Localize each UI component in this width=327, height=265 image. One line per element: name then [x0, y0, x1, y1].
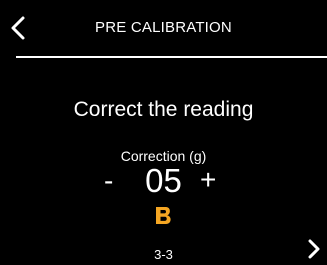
page-title: PRE CALIBRATION: [95, 19, 232, 36]
instruction-text: Correct the reading: [73, 98, 254, 121]
next-button[interactable]: [305, 238, 323, 260]
page-indicator: 3-3: [154, 247, 173, 262]
decrement-button[interactable]: -: [104, 165, 113, 197]
increment-button[interactable]: +: [200, 164, 216, 196]
b-logo-icon: [154, 206, 174, 225]
correction-value: 05: [145, 162, 182, 199]
header-divider: [16, 56, 327, 58]
correction-stepper: 05 - +: [0, 162, 327, 202]
chevron-right-icon: [308, 239, 320, 259]
header: PRE CALIBRATION: [0, 0, 327, 58]
